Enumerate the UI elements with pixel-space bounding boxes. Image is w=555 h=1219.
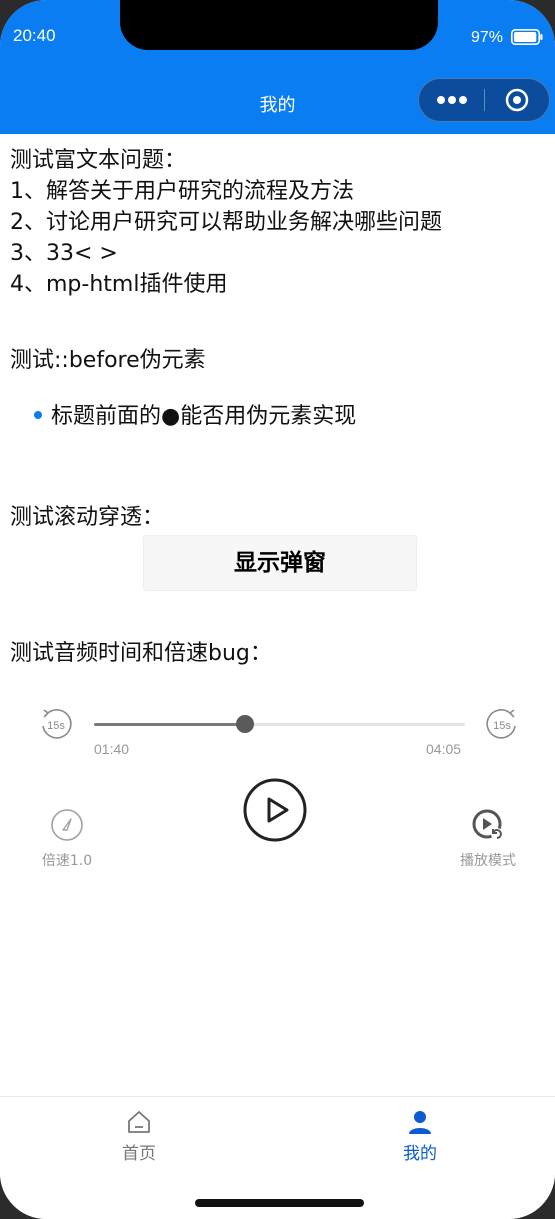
status-time: 20:40 [13,26,56,45]
rewind-label: 15s [47,720,65,732]
forward-label: 15s [493,720,511,732]
tab-home-label: 首页 [122,1144,156,1164]
rich-text-item: 1、解答关于用户研究的流程及方法 [10,179,354,204]
battery-icon [511,29,543,45]
progress-track[interactable] [94,715,465,733]
close-mini-program-button[interactable] [485,79,549,121]
rich-text-item: 2、讨论用户研究可以帮助业务解决哪些问题 [10,210,442,235]
speed-control[interactable]: 倍速1.0 [28,808,106,870]
rewind-15s-icon[interactable]: 15s [39,707,73,741]
play-mode-label: 播放模式 [460,853,516,869]
before-pseudo-item-text: 标题前面的●能否用伪元素实现 [51,404,357,429]
before-pseudo-title: 测试::before伪元素 [10,348,206,373]
play-mode-control[interactable]: 播放模式 [449,808,527,870]
speed-label: 倍速1.0 [41,853,93,869]
tab-mine-label: 我的 [403,1144,437,1164]
tab-home[interactable]: 首页 [79,1109,199,1164]
mini-program-capsule [418,78,550,122]
current-time: 01:40 [94,741,130,757]
home-icon [128,1111,150,1133]
scroll-through-title: 测试滚动穿透： [10,505,165,530]
close-target-icon [505,88,529,112]
phone-frame: 20:40 97% 我的 测试富文本问题： 1、解答关于用户研究的流程及方法 2… [0,0,555,1219]
before-pseudo-item: 标题前面的●能否用伪元素实现 [34,402,356,432]
progress-knob[interactable] [236,715,255,733]
nav-header: 20:40 97% 我的 [0,0,555,134]
battery-percent: 97% [471,29,504,46]
play-icon[interactable] [243,778,307,842]
show-popup-button[interactable]: 显示弹窗 [143,535,417,591]
bullet-dot-icon [34,411,42,419]
audio-test-title: 测试音频时间和倍速bug： [10,641,272,666]
forward-15s-icon[interactable]: 15s [485,707,519,741]
play-mode-icon [472,809,503,840]
tab-mine[interactable]: 我的 [360,1109,480,1164]
speed-gauge-icon [51,809,83,841]
rich-text-item: 3、33< > [10,241,118,266]
device-notch [120,0,438,50]
total-time: 04:05 [426,741,462,757]
progress-fill [94,723,246,726]
rich-text-item: 4、mp-html插件使用 [10,272,228,297]
more-button[interactable] [419,79,485,121]
more-dots-icon [437,96,467,104]
user-icon [409,1111,431,1134]
audio-player: 15s 15s 01:40 04:05 倍速1.0 播放模式 [0,700,555,890]
home-indicator [195,1199,364,1207]
rich-text-title: 测试富文本问题： [10,148,187,173]
